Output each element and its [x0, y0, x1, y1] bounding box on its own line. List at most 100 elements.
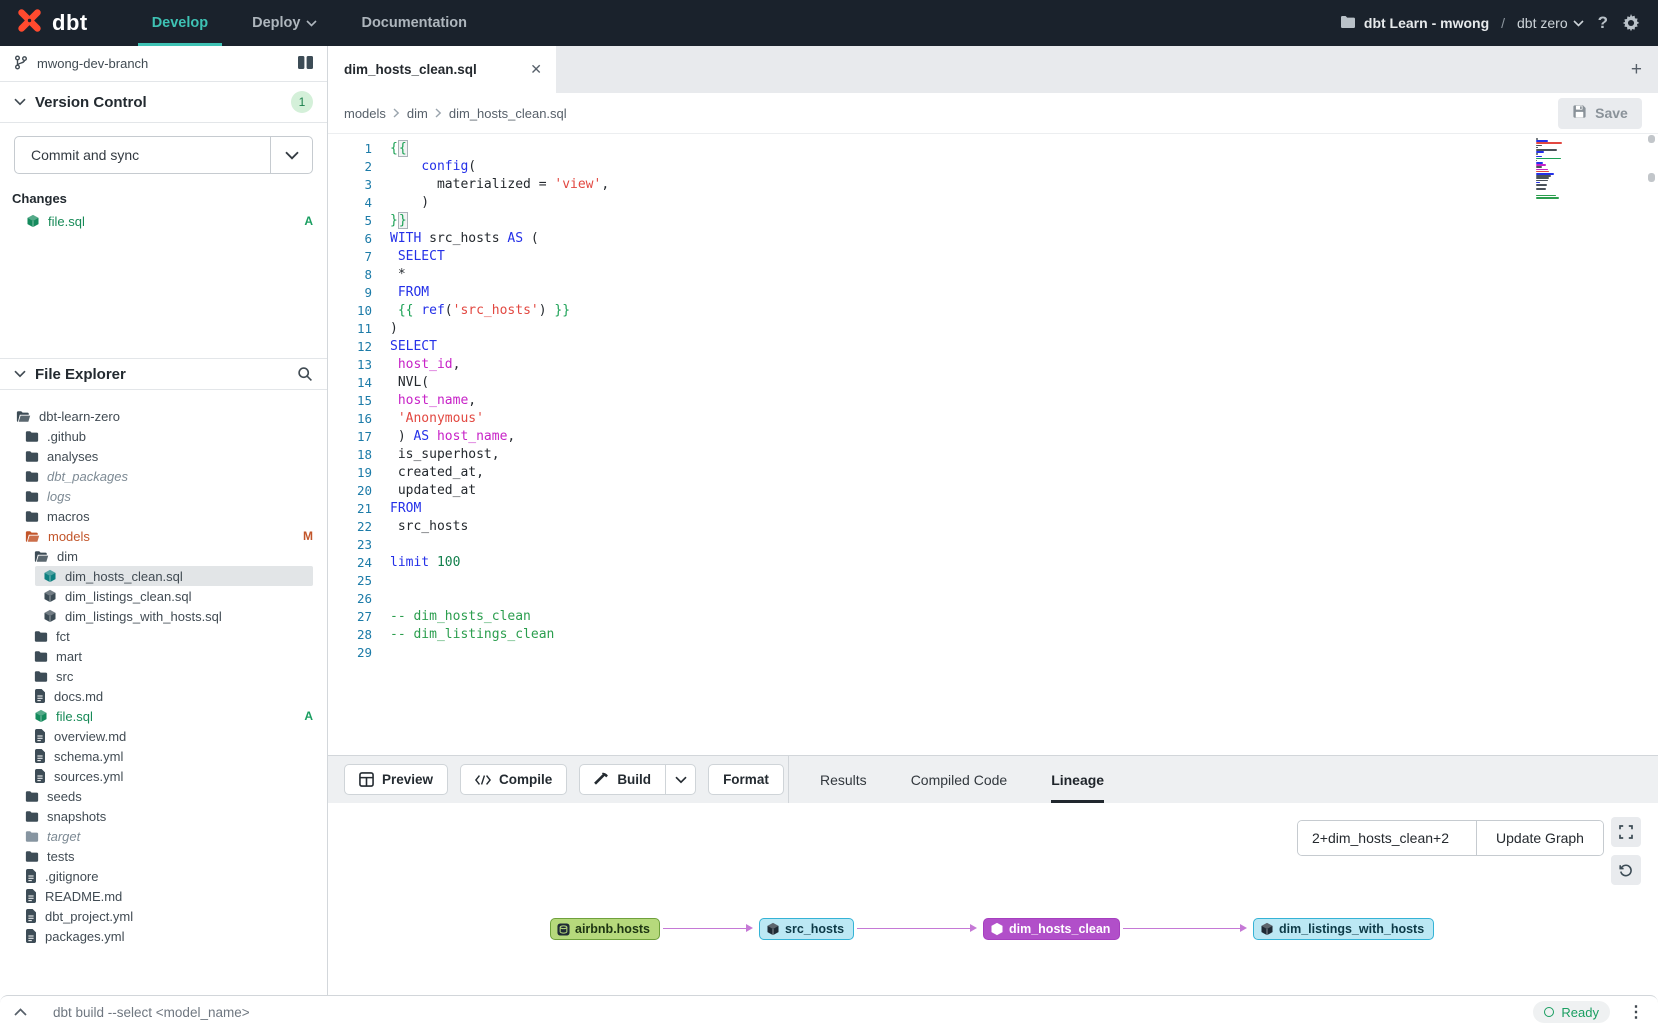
preview-button[interactable]: Preview: [344, 764, 448, 795]
tree-item-analyses[interactable]: analyses: [17, 446, 313, 466]
tree-item-schema.yml[interactable]: schema.yml: [26, 746, 313, 766]
code-line[interactable]: 17 ) AS host_name,: [328, 427, 1658, 445]
code-line[interactable]: 16 'Anonymous': [328, 409, 1658, 427]
nav-item-documentation[interactable]: Documentation: [339, 0, 489, 46]
code-line[interactable]: 26: [328, 589, 1658, 607]
commit-and-sync-button[interactable]: Commit and sync: [14, 136, 313, 174]
tree-item-src[interactable]: src: [26, 666, 313, 686]
tree-item-target[interactable]: target: [17, 826, 313, 846]
console-tab-lineage[interactable]: Lineage: [1051, 756, 1104, 803]
status-badge[interactable]: Ready: [1533, 1001, 1610, 1023]
breadcrumb-file[interactable]: dim_hosts_clean.sql: [449, 106, 567, 121]
code-editor[interactable]: 1{{2 config(3 materialized = 'view',4 )5…: [328, 134, 1658, 755]
nav-item-develop[interactable]: Develop: [130, 0, 230, 46]
code-line[interactable]: 11): [328, 319, 1658, 337]
file-explorer-header[interactable]: File Explorer: [0, 358, 327, 390]
tree-item-tests[interactable]: tests: [17, 846, 313, 866]
tree-item-.github[interactable]: .github: [17, 426, 313, 446]
account-switcher[interactable]: dbt Learn - mwong / dbt zero: [1340, 15, 1584, 32]
code-line[interactable]: 14 NVL(: [328, 373, 1658, 391]
code-line[interactable]: 10 {{ ref('src_hosts') }}: [328, 301, 1658, 319]
code-line[interactable]: 19 created_at,: [328, 463, 1658, 481]
lineage-selector-input[interactable]: [1298, 821, 1476, 855]
code-line[interactable]: 9 FROM: [328, 283, 1658, 301]
code-line[interactable]: 21FROM: [328, 499, 1658, 517]
code-line[interactable]: 8 *: [328, 265, 1658, 283]
code-line[interactable]: 7 SELECT: [328, 247, 1658, 265]
changed-file-row[interactable]: file.sql A: [0, 210, 327, 232]
editor-scrollbar[interactable]: [1647, 134, 1656, 755]
commit-options-chevron-icon[interactable]: [270, 137, 312, 173]
environment-name[interactable]: dbt zero: [1517, 15, 1584, 31]
code-line[interactable]: 22 src_hosts: [328, 517, 1658, 535]
code-line[interactable]: 12SELECT: [328, 337, 1658, 355]
code-line[interactable]: 1{{: [328, 139, 1658, 157]
code-line[interactable]: 5}}: [328, 211, 1658, 229]
settings-gear-icon[interactable]: [1622, 14, 1640, 32]
tree-item-mart[interactable]: mart: [26, 646, 313, 666]
breadcrumb-models[interactable]: models: [344, 106, 386, 121]
breadcrumb-dim[interactable]: dim: [407, 106, 428, 121]
tree-item-models[interactable]: modelsM: [17, 526, 313, 546]
code-line[interactable]: 28-- dim_listings_clean: [328, 625, 1658, 643]
lineage-node-dim_hosts_clean[interactable]: dim_hosts_clean: [983, 918, 1120, 940]
tree-item-packages.yml[interactable]: packages.yml: [17, 926, 313, 946]
lineage-node-src_hosts[interactable]: src_hosts: [759, 918, 854, 940]
tree-item-overview.md[interactable]: overview.md: [26, 726, 313, 746]
tree-item-dim[interactable]: dim: [26, 546, 313, 566]
lineage-node-dim_listings_with_hosts[interactable]: dim_listings_with_hosts: [1253, 918, 1434, 940]
branch-row[interactable]: mwong-dev-branch: [0, 46, 327, 82]
tree-item-.gitignore[interactable]: .gitignore: [17, 866, 313, 886]
tree-item-seeds[interactable]: seeds: [17, 786, 313, 806]
save-button[interactable]: Save: [1558, 98, 1642, 129]
code-line[interactable]: 4 ): [328, 193, 1658, 211]
format-button[interactable]: Format: [708, 764, 784, 795]
dbt-logo[interactable]: dbt: [0, 0, 102, 46]
reset-view-button[interactable]: [1611, 855, 1641, 885]
command-prompt[interactable]: dbt build --select <model_name>: [53, 1005, 250, 1020]
kebab-menu-icon[interactable]: ⋮: [1628, 1002, 1644, 1022]
tree-item-macros[interactable]: macros: [17, 506, 313, 526]
code-line[interactable]: 13 host_id,: [328, 355, 1658, 373]
console-tab-results[interactable]: Results: [820, 756, 867, 803]
minimap[interactable]: [1536, 138, 1562, 201]
code-line[interactable]: 15 host_name,: [328, 391, 1658, 409]
code-line[interactable]: 20 updated_at: [328, 481, 1658, 499]
tree-item-README.md[interactable]: README.md: [17, 886, 313, 906]
tree-item-docs.md[interactable]: docs.md: [26, 686, 313, 706]
code-line[interactable]: 2 config(: [328, 157, 1658, 175]
version-control-header[interactable]: Version Control 1: [0, 82, 327, 123]
tree-item-dim_hosts_clean.sql[interactable]: dim_hosts_clean.sql: [35, 566, 313, 586]
code-line[interactable]: 18 is_superhost,: [328, 445, 1658, 463]
tree-item-dbt_project.yml[interactable]: dbt_project.yml: [17, 906, 313, 926]
tree-item-snapshots[interactable]: snapshots: [17, 806, 313, 826]
code-line[interactable]: 27-- dim_hosts_clean: [328, 607, 1658, 625]
search-icon[interactable]: [297, 366, 313, 382]
code-line[interactable]: 25: [328, 571, 1658, 589]
code-line[interactable]: 3 materialized = 'view',: [328, 175, 1658, 193]
build-button[interactable]: Build: [579, 764, 696, 795]
expand-console-chevron-icon[interactable]: [14, 1008, 27, 1016]
new-tab-plus-icon[interactable]: +: [1631, 59, 1642, 81]
tree-item-logs[interactable]: logs: [17, 486, 313, 506]
tree-item-dbt-learn-zero[interactable]: dbt-learn-zero: [8, 406, 313, 426]
tree-item-dbt_packages[interactable]: dbt_packages: [17, 466, 313, 486]
compile-button[interactable]: Compile: [460, 764, 567, 795]
console-tab-compiled-code[interactable]: Compiled Code: [911, 756, 1008, 803]
nav-item-deploy[interactable]: Deploy: [230, 0, 339, 46]
lineage-node-airbnb.hosts[interactable]: airbnb.hosts: [550, 918, 660, 940]
tree-item-sources.yml[interactable]: sources.yml: [26, 766, 313, 786]
tree-item-dim_listings_clean.sql[interactable]: dim_listings_clean.sql: [35, 586, 313, 606]
code-line[interactable]: 23: [328, 535, 1658, 553]
code-line[interactable]: 6WITH src_hosts AS (: [328, 229, 1658, 247]
code-line[interactable]: 24limit 100: [328, 553, 1658, 571]
tree-item-file.sql[interactable]: file.sqlA: [26, 706, 313, 726]
fullscreen-button[interactable]: [1611, 817, 1641, 847]
tab-dim-hosts-clean[interactable]: dim_hosts_clean.sql ✕: [328, 46, 556, 93]
code-line[interactable]: 29: [328, 643, 1658, 661]
help-icon[interactable]: ?: [1598, 13, 1608, 33]
tree-item-fct[interactable]: fct: [26, 626, 313, 646]
update-graph-button[interactable]: Update Graph: [1476, 821, 1603, 855]
build-options-chevron-icon[interactable]: [665, 765, 695, 794]
tree-item-dim_listings_with_hosts.sql[interactable]: dim_listings_with_hosts.sql: [35, 606, 313, 626]
